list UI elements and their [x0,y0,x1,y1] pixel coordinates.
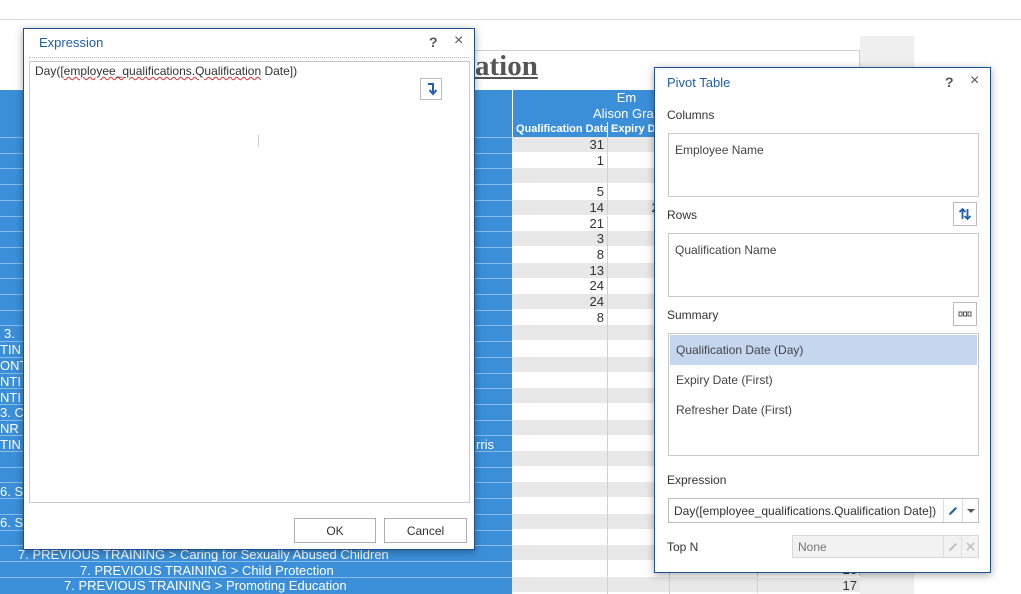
top-bar-divider [0,19,1021,20]
qualification-date-cell [512,435,607,451]
cancel-button[interactable]: Cancel [384,518,467,543]
row-label: 3. [4,326,15,341]
dialog-title: Expression [39,35,104,50]
topn-label: Top N [667,540,699,554]
qualification-date-cell [512,577,607,593]
row-label: TIN [0,342,21,357]
row-label: 7. PREVIOUS TRAINING > Child Protection [80,563,334,578]
ok-button[interactable]: OK [294,518,376,543]
expression-field-name: employee_qualifications.Qualification [63,64,262,78]
qualification-date-cell [512,561,607,577]
topn-input[interactable] [793,536,943,557]
row-label: rris [476,437,495,452]
qualification-date-cell [512,373,607,389]
swap-rows-columns-button[interactable] [953,202,977,226]
summary-list[interactable]: Qualification Date (Day) Expiry Date (Fi… [668,333,979,456]
rows-label: Rows [667,208,698,222]
insert-button[interactable] [420,78,442,100]
qualification-date-cell [512,420,607,436]
rows-list[interactable]: Qualification Name [668,233,979,297]
value-cell [607,577,669,593]
summary-item-selected[interactable]: Qualification Date (Day) [670,335,977,365]
expression-text-suffix: Date]) [261,64,298,78]
qualification-date-cell [512,325,607,341]
value-cell: 17 [757,578,860,594]
ellipsis-box-icon [958,311,972,317]
qualification-date-cell: 13 [512,263,607,279]
expression-field [668,498,979,523]
qualification-date-cell [512,404,607,420]
expression-label: Expression [667,473,727,487]
expression-dialog: Expression ? × Day([employee_qualificati… [23,28,475,550]
topn-field [792,535,979,558]
qualification-date-cell: 1 [512,153,607,169]
row-label: 6. S [0,484,24,499]
qualification-date-cell [512,451,607,467]
qualification-date-cell [512,168,607,184]
summary-item[interactable]: Expiry Date (First) [670,365,977,395]
qualification-date-cell: 8 [512,247,607,263]
qualification-date-cell [512,530,607,546]
qualification-date-cell [512,482,607,498]
columns-list[interactable]: Employee Name [668,133,979,197]
qualification-date-cell: 5 [512,184,607,200]
qualification-date-cell [512,514,607,530]
row-label: 7. PREVIOUS TRAINING > Promoting Educati… [64,578,347,593]
title-divider [29,57,469,58]
help-button[interactable]: ? [429,34,438,50]
qualification-date-cell: 24 [512,294,607,310]
caret-down-icon [966,508,975,513]
expression-text-prefix: Day([ [35,64,64,78]
dialog-title: Pivot Table [667,75,731,90]
qualification-date-cell [512,341,607,357]
row-label: 6. S [0,515,24,530]
help-button[interactable]: ? [945,74,954,90]
list-item[interactable]: Qualification Name [669,234,978,266]
summary-label: Summary [667,308,719,322]
qualification-date-cell: 31 [512,137,607,153]
expression-input[interactable] [669,499,941,522]
qualification-date-cell: 14 [512,200,607,216]
qualification-date-cell: 3 [512,231,607,247]
close-button[interactable]: × [454,32,463,50]
qualification-date-cell [512,388,607,404]
value-cell [669,577,757,593]
close-button[interactable]: × [970,72,979,90]
qualification-date-cell [512,498,607,514]
clear-topn-button[interactable] [961,536,978,557]
pencil-icon [949,506,957,515]
text-cursor [258,135,259,147]
row-label: NTI [0,390,21,405]
qualification-date-cell [512,357,607,373]
qualification-date-cell [512,467,607,483]
swap-vertical-icon [958,207,972,221]
columns-label: Columns [667,108,715,122]
qualification-date-cell [512,545,607,561]
summary-options-button[interactable] [953,302,977,326]
qualification-date-header: Qualification Date [512,122,607,137]
report-title: ation [475,50,538,82]
expression-editor[interactable]: Day([employee_qualifications.Qualificati… [29,61,470,503]
pencil-icon [948,542,957,551]
qualification-date-cell: 8 [512,310,607,326]
edit-expression-button[interactable] [943,499,962,522]
summary-item[interactable]: Refresher Date (First) [670,395,977,425]
expression-dropdown-button[interactable] [962,499,978,522]
qualification-date-cell: 24 [512,278,607,294]
qualification-date-cell: 21 [512,216,607,232]
list-item[interactable]: Employee Name [669,134,978,166]
row-label: NTI [0,374,21,389]
pivot-table-dialog: Pivot Table ? × Columns Employee Name Ro… [654,67,991,573]
row-label: 3. C [0,405,24,420]
edit-topn-button[interactable] [943,536,961,557]
arrow-down-right-icon [428,83,438,96]
x-icon [966,542,974,551]
row-label: TIN [0,437,21,452]
